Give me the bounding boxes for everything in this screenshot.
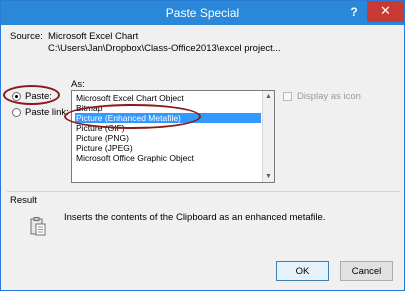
display-as-icon-label[interactable]: Display as icon: [297, 91, 361, 102]
display-as-icon-checkbox[interactable]: [283, 92, 292, 101]
list-item[interactable]: Picture (JPEG): [75, 143, 261, 153]
title-bar: Paste Special ? ✕: [1, 1, 404, 25]
source-name: Microsoft Excel Chart: [48, 31, 139, 42]
dialog-title: Paste Special: [165, 6, 240, 20]
paste-link-radio[interactable]: [12, 108, 21, 117]
as-format-listbox[interactable]: Microsoft Excel Chart Object Bitmap Pict…: [71, 90, 275, 183]
source-label: Source:: [10, 31, 43, 42]
list-item[interactable]: Microsoft Office Graphic Object: [75, 153, 261, 163]
cancel-button[interactable]: Cancel: [340, 261, 393, 281]
close-button[interactable]: ✕: [367, 1, 404, 22]
scroll-up-arrow-icon[interactable]: ▲: [263, 91, 274, 102]
scroll-down-arrow-icon[interactable]: ▼: [263, 171, 274, 182]
as-label: As:: [71, 79, 85, 90]
paste-link-radio-label[interactable]: Paste link:: [25, 107, 69, 118]
paste-special-dialog: Paste Special ? ✕ Source: Microsoft Exce…: [0, 0, 405, 291]
paste-highlight-oval: [3, 85, 60, 105]
result-label: Result: [10, 195, 37, 206]
clipboard-icon: [30, 217, 46, 236]
list-item[interactable]: Microsoft Excel Chart Object: [75, 93, 261, 103]
source-path: C:\Users\Jan\Dropbox\Class-Office2013\ex…: [48, 43, 281, 54]
result-description: Inserts the contents of the Clipboard as…: [64, 212, 326, 223]
selection-highlight-oval: [64, 104, 201, 129]
result-separator: [7, 191, 400, 192]
help-button[interactable]: ?: [345, 3, 363, 21]
listbox-scrollbar[interactable]: ▲ ▼: [262, 91, 274, 182]
ok-button[interactable]: OK: [276, 261, 329, 281]
list-item[interactable]: Picture (PNG): [75, 133, 261, 143]
